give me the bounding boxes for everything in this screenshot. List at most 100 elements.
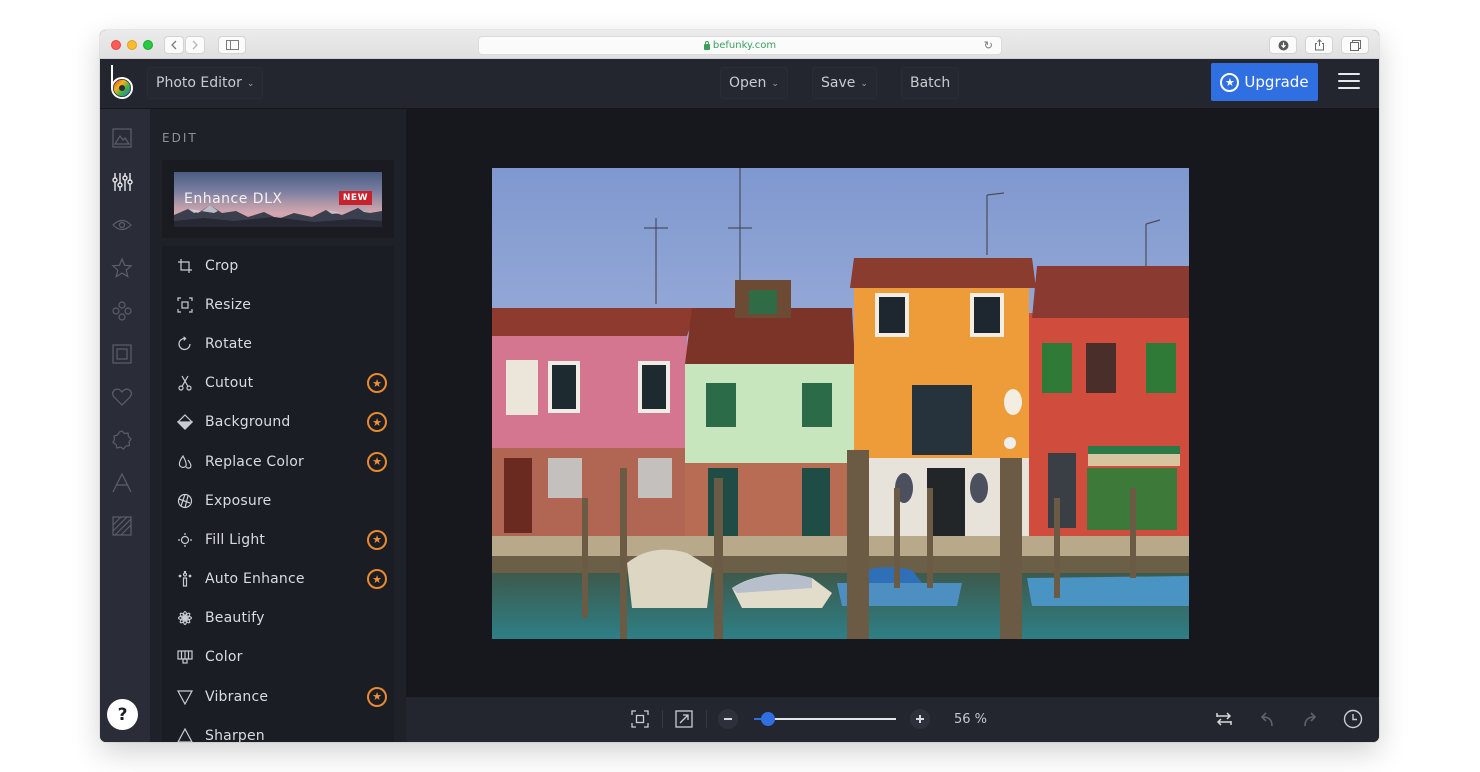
menu-line — [1338, 87, 1360, 89]
menu-line — [1338, 73, 1360, 75]
panel-title: EDIT — [162, 131, 198, 145]
rail-item-frames[interactable] — [111, 343, 133, 365]
zoom-slider-track[interactable] — [754, 718, 896, 720]
new-badge: NEW — [338, 191, 372, 205]
url-text: befunky.com — [712, 40, 777, 51]
tool-item-crop[interactable]: Crop — [162, 246, 394, 285]
canal-houses-photo — [492, 168, 1189, 639]
minimize-window-button[interactable] — [127, 40, 137, 50]
text-icon — [112, 472, 132, 493]
open-menu-button[interactable]: Open ⌄ — [720, 67, 788, 99]
rail-item-artsy[interactable] — [111, 300, 133, 322]
rail-item-graphics[interactable] — [111, 386, 133, 408]
rail-item-text[interactable] — [111, 472, 133, 494]
zoom-out-button[interactable] — [718, 709, 738, 729]
hamburger-menu-button[interactable] — [1338, 73, 1360, 91]
close-window-button[interactable] — [111, 40, 121, 50]
maximize-window-button[interactable] — [143, 40, 153, 50]
tool-item-exposure[interactable]: Exposure — [162, 481, 394, 520]
upgrade-label: Upgrade — [1244, 73, 1309, 91]
triangle-down-icon — [176, 688, 194, 706]
back-button[interactable] — [164, 36, 184, 54]
tool-label: Cutout — [205, 375, 254, 392]
tool-item-beautify[interactable]: Beautify — [162, 599, 394, 638]
history-button[interactable] — [1343, 709, 1363, 729]
zoom-level-readout: 56 % — [954, 712, 988, 727]
tool-item-background[interactable]: Background ★ — [162, 403, 394, 442]
badge-icon — [112, 430, 132, 450]
tool-label: Rotate — [205, 335, 253, 352]
lock-icon — [703, 40, 710, 50]
tool-item-auto-enhance[interactable]: Auto Enhance ★ — [162, 560, 394, 599]
tool-label: Beautify — [205, 610, 265, 627]
tabs-overview-button[interactable] — [1341, 36, 1369, 54]
rail-item-textures[interactable] — [111, 515, 133, 537]
actual-size-button[interactable] — [674, 709, 694, 729]
swap-icon — [1216, 712, 1232, 726]
window-controls — [111, 40, 153, 50]
chevron-right-icon — [192, 40, 198, 50]
sliders-icon — [112, 173, 133, 191]
sidebar-toggle-button[interactable] — [218, 36, 246, 54]
texture-icon — [112, 516, 132, 536]
menu-line — [1338, 80, 1360, 82]
forward-button[interactable] — [185, 36, 205, 54]
photo-canvas[interactable] — [492, 168, 1189, 639]
chevron-down-icon: ⌄ — [860, 79, 868, 89]
redo-icon — [1304, 712, 1317, 727]
rail-item-edit[interactable] — [111, 171, 133, 193]
batch-button[interactable]: Batch — [901, 67, 960, 99]
address-bar[interactable]: befunky.com ↻ — [478, 36, 1002, 55]
tool-item-fill-light[interactable]: Fill Light ★ — [162, 520, 394, 559]
redo-button[interactable] — [1300, 709, 1320, 729]
toolbar-divider — [706, 710, 707, 728]
tool-category-rail: ? — [100, 109, 150, 742]
tool-item-resize[interactable]: Resize — [162, 285, 394, 324]
eye-icon — [112, 219, 132, 231]
star-badge-icon: ★ — [1220, 72, 1240, 92]
rail-item-effects[interactable] — [111, 257, 133, 279]
tool-label: Replace Color — [205, 453, 304, 470]
sun-icon — [176, 531, 194, 549]
share-button[interactable] — [1305, 36, 1333, 54]
undo-button[interactable] — [1257, 709, 1277, 729]
undo-icon — [1260, 712, 1273, 727]
rotate-icon — [176, 335, 194, 353]
magic-wand-icon — [176, 570, 194, 588]
enhance-dlx-card[interactable]: Enhance DLX NEW — [162, 160, 394, 238]
browser-toolbar-right — [1269, 36, 1369, 54]
triangle-up-icon — [176, 727, 194, 742]
enhance-dlx-label: Enhance DLX — [184, 191, 283, 207]
edit-tool-list: Crop Resize Rotate Cutout ★ Background ★ Replac… — [162, 246, 394, 742]
zoom-in-button[interactable] — [910, 709, 930, 729]
chevron-left-icon — [171, 40, 177, 50]
premium-star-icon: ★ — [367, 686, 387, 707]
fit-screen-icon — [631, 710, 649, 728]
rail-item-touch-up[interactable] — [111, 214, 133, 236]
befunky-logo[interactable] — [109, 63, 135, 101]
rail-item-overlays[interactable] — [111, 429, 133, 451]
tool-item-sharpen[interactable]: Sharpen — [162, 716, 394, 742]
upgrade-button[interactable]: ★ Upgrade — [1211, 63, 1318, 101]
canvas-area — [406, 109, 1379, 697]
premium-star-icon: ★ — [367, 529, 387, 550]
tabs-icon — [1349, 39, 1361, 51]
app-switcher-dropdown[interactable]: Photo Editor ⌄ — [147, 67, 264, 99]
save-menu-button[interactable]: Save ⌄ — [812, 67, 877, 99]
tool-item-rotate[interactable]: Rotate — [162, 324, 394, 363]
rail-item-image-manager[interactable] — [111, 127, 133, 149]
enhance-dlx-banner: Enhance DLX NEW — [174, 172, 382, 227]
downloads-button[interactable] — [1269, 36, 1297, 54]
reload-icon[interactable]: ↻ — [984, 39, 993, 52]
clock-icon — [1343, 709, 1363, 729]
tool-item-vibrance[interactable]: Vibrance ★ — [162, 677, 394, 716]
edit-panel: EDIT Enhance DLX NEW Crop Resize Rotate Cut… — [150, 109, 456, 742]
tool-item-replace-color[interactable]: Replace Color ★ — [162, 442, 394, 481]
help-button[interactable]: ? — [107, 699, 138, 730]
zoom-slider-thumb[interactable] — [761, 712, 776, 726]
tool-item-color[interactable]: Color — [162, 638, 394, 677]
crop-icon — [176, 257, 194, 275]
compare-button[interactable] — [1214, 709, 1234, 729]
fit-to-screen-button[interactable] — [630, 709, 650, 729]
tool-item-cutout[interactable]: Cutout ★ — [162, 364, 394, 403]
